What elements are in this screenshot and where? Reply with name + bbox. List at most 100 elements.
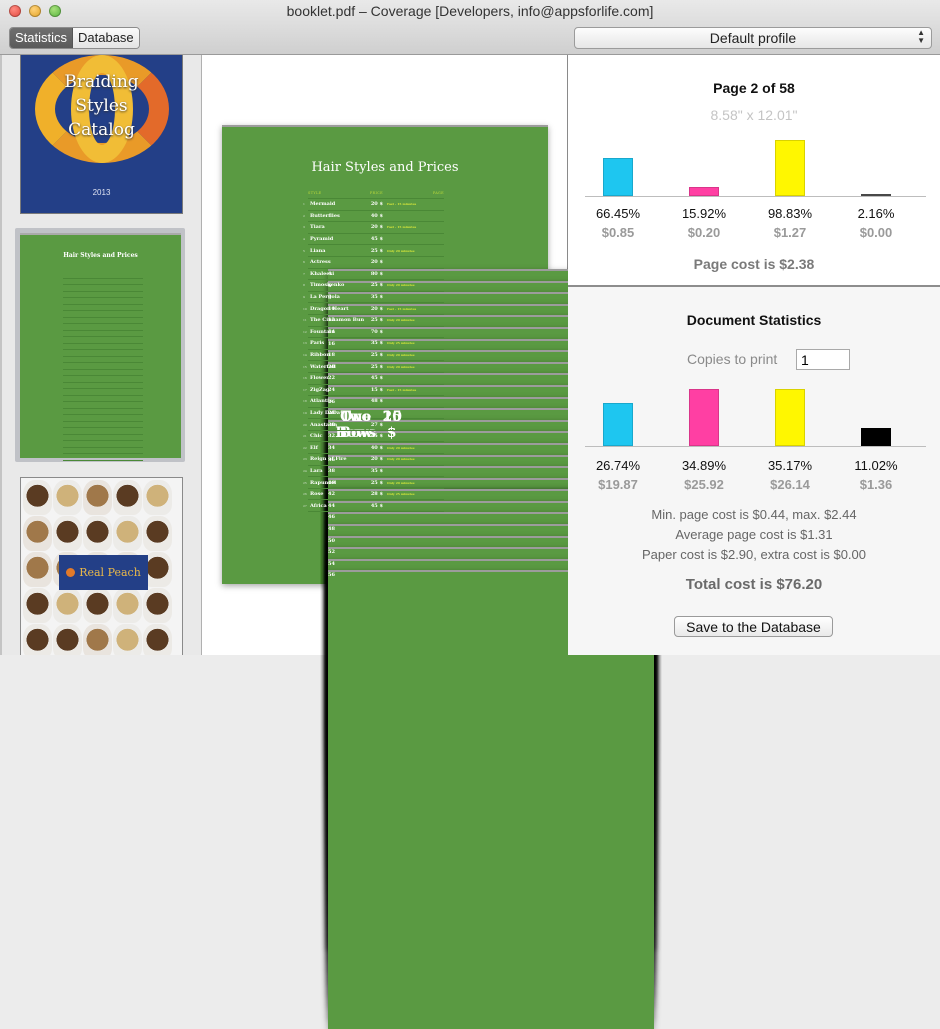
style-price: 25 $ [370, 282, 383, 289]
total-cost: Total cost is $76.20 [685, 576, 823, 593]
hairstyle-photo [143, 516, 172, 551]
style-price: 25 $ [370, 317, 383, 324]
bar-cyan [603, 403, 633, 446]
row-number: 9 [303, 295, 305, 300]
row-number: 4 [303, 237, 305, 242]
hairstyle-photo [113, 480, 142, 515]
style-price: 25 $ [370, 363, 383, 370]
price-row: 5 Liana 25 $ Only 20 minutes 12 [303, 245, 654, 775]
page-thumbnail-2[interactable]: Hair Styles and Prices [20, 233, 181, 461]
profile-select-value: Default profile [709, 30, 797, 46]
price-row: 17 ZigZag 15 $ Fast - 15 minutes 36 [303, 385, 654, 914]
price-row: 12 Fountain 70 $ 26 [303, 327, 654, 856]
price-table-body: 1 Mermaid 20 $ Fast - 15 minutes 4 2 Butterfli… [303, 199, 654, 1029]
hairstyle-photo [143, 588, 172, 623]
chart-baseline [585, 196, 926, 197]
page-thumbnail-1[interactable]: Braiding Styles Catalog 2013 [20, 55, 183, 214]
style-price: 35 $ [370, 294, 383, 301]
price-row: 25 Rapunzel 25 $ Only 20 minutes 52 [303, 477, 654, 1007]
style-note: Fast - 15 minutes [387, 225, 417, 230]
save-to-database-button[interactable]: Save to the Database [674, 616, 833, 637]
style-note: Only 20 minutes [387, 480, 415, 485]
style-name: Actress [310, 259, 331, 266]
hairstyle-photo [113, 624, 142, 655]
hairstyle-photo [83, 480, 112, 515]
price-table: STYLE PRICE PAGE 1 Mermaid 20 $ Fast - 15 m… [303, 191, 654, 1029]
style-name: Flower [310, 375, 329, 382]
hairstyle-photo [53, 516, 82, 551]
style-name: Ribbon [310, 352, 331, 359]
peach-icon [66, 568, 76, 577]
cost-label-magenta: $25.92 [684, 477, 724, 492]
style-price: 20 $ [370, 305, 383, 312]
sidebar-edge [0, 55, 2, 655]
percent-label-yellow: 98.83% [767, 206, 813, 221]
style-name: Lara [310, 467, 323, 474]
hairstyle-photo [83, 624, 112, 655]
style-price: 20 $ [370, 456, 383, 463]
percent-label-magenta: 15.92% [681, 206, 727, 221]
page-thumbnail-sidebar[interactable]: Braiding Styles Catalog 2013 Hair Styles… [0, 55, 202, 655]
cost-label-yellow: $1.27 [773, 225, 807, 240]
page-cost: Page cost is $2.38 [693, 256, 815, 272]
tab-database[interactable]: Database [73, 28, 139, 48]
style-name: Rose [310, 491, 324, 498]
hairstyle-photo [83, 516, 112, 551]
hairstyle-photo [113, 516, 142, 551]
row-number: 11 [303, 318, 307, 323]
price-row: 10 Dragon Heart 20 $ Fast - 15 minutes 22 [303, 303, 654, 833]
style-name: Timoshenko [310, 282, 345, 289]
style-price: 40 $ [370, 444, 383, 451]
style-name: Khaleesi [310, 270, 335, 277]
page-thumbnail-3[interactable]: Real Peach [20, 477, 183, 655]
style-price: 25 $ [370, 352, 383, 359]
row-number: 22 [303, 445, 307, 450]
style-name: Reign of Fire [310, 456, 347, 463]
real-peach-banner: Real Peach [59, 555, 148, 590]
row-number: 16 [303, 376, 307, 381]
style-name: Tiara [310, 224, 325, 231]
row-number: 8 [303, 283, 305, 288]
cost-label-magenta: $0.20 [687, 225, 721, 240]
row-number: 19 [303, 410, 307, 415]
cover-title-line: Catalog [68, 120, 135, 140]
price-row: 15 Waterfall 25 $ Only 20 minutes 32 [303, 361, 654, 891]
style-name: Chic [310, 433, 323, 440]
style-note: Only 25 minutes [387, 341, 415, 346]
cost-label-black: $1.36 [859, 477, 893, 492]
price-row: 14 Ribbon 25 $ Only 20 minutes 30 [303, 350, 654, 879]
style-price: 35 $ [370, 340, 383, 347]
style-name: Atlantis [310, 398, 332, 405]
hairstyle-photo [53, 480, 82, 515]
profile-select[interactable]: Default profile ▲ ▼ [574, 27, 932, 49]
style-price: 15 $ [370, 386, 383, 393]
style-name: Africa [310, 502, 327, 509]
style-price: 45 $ [370, 502, 383, 509]
price-row: 2 Butterflies 40 $ 6 [303, 211, 654, 740]
row-number: 17 [303, 387, 307, 392]
price-row: 18 Atlantis 48 $38 [303, 396, 654, 926]
bar-yellow [775, 389, 805, 446]
tab-statistics[interactable]: Statistics [10, 28, 74, 48]
style-note: Fast - 15 minutes [387, 306, 417, 311]
row-number: 21 [303, 434, 307, 439]
price-row: 26 Rose 28 $ Only 25 minutes 54 [303, 489, 654, 1018]
hairstyle-photo [83, 588, 112, 623]
view-segmented-control: Statistics Database [9, 27, 140, 49]
banner-text: Real Peach [79, 566, 141, 579]
row-number: 10 [303, 306, 307, 311]
style-note: Only 20 minutes [387, 457, 415, 462]
row-number: 6 [303, 260, 305, 265]
style-price: 20 $ [370, 201, 383, 208]
style-price: 80 $ [370, 270, 383, 277]
hairstyle-photo [23, 516, 52, 551]
style-name: Liana [310, 247, 326, 254]
style-note: Only 20 minutes [387, 318, 415, 323]
hairstyle-photo [23, 552, 52, 587]
style-price: 27 $ [370, 421, 383, 428]
row-number: 14 [303, 353, 307, 358]
cost-label-black: $0.00 [859, 225, 893, 240]
price-row: 11 The Cinnamon Bun 25 $ Only 20 minutes 24 [303, 315, 654, 844]
style-note: Fast - 15 minutes [387, 202, 417, 207]
cost-label-yellow: $26.14 [770, 477, 810, 492]
